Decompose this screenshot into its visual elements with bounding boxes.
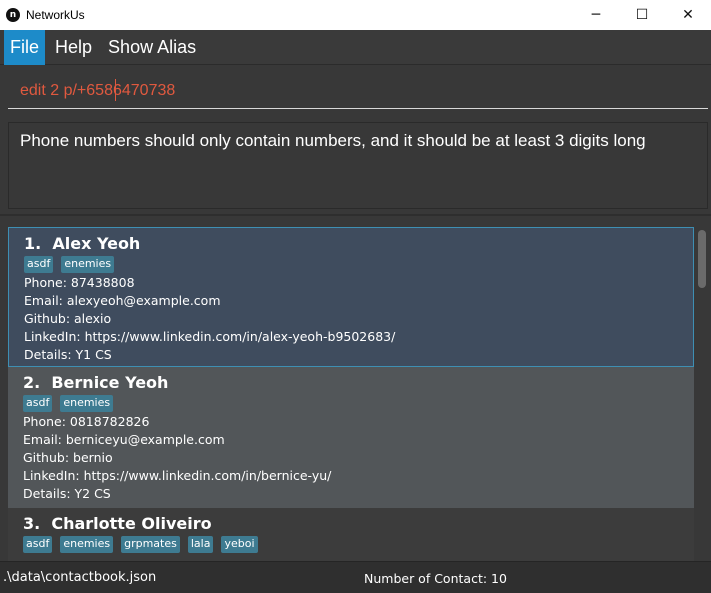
person-card[interactable]: 3. Charlotte Oliveiro asdf enemies grpma… — [8, 508, 694, 561]
person-email: Email: berniceyu@example.com — [23, 432, 225, 447]
person-name: 1. Alex Yeoh — [24, 234, 140, 253]
result-display[interactable]: Phone numbers should only contain number… — [8, 122, 708, 209]
person-email: Email: alexyeoh@example.com — [24, 293, 221, 308]
person-index: 2. — [23, 373, 41, 392]
title-bar: n NetworkUs ─ ☐ ✕ — [0, 0, 711, 30]
tag: asdf — [23, 395, 53, 412]
person-name-text: Bernice Yeoh — [51, 373, 169, 392]
window-controls: ─ ☐ ✕ — [573, 0, 711, 30]
person-name: 2. Bernice Yeoh — [23, 373, 168, 392]
person-github: Github: alexio — [24, 311, 112, 326]
menu-bar: File Help Show Alias — [0, 29, 711, 65]
menu-help[interactable]: Help — [49, 30, 98, 65]
tag: grpmates — [121, 536, 180, 553]
person-card[interactable]: 1. Alex Yeoh asdf enemies Phone: 8743880… — [8, 227, 694, 367]
tag: asdf — [23, 536, 53, 553]
save-file-path: .\data\contactbook.json — [3, 570, 157, 585]
app-logo-icon: n — [6, 8, 20, 22]
person-phone: Phone: 87438808 — [24, 275, 135, 290]
status-bar: .\data\contactbook.json Number of Contac… — [0, 561, 711, 593]
contact-count: Number of Contact: 10 — [364, 571, 507, 586]
person-index: 3. — [23, 514, 41, 533]
menu-show-alias[interactable]: Show Alias — [102, 30, 202, 65]
person-index: 1. — [24, 234, 42, 253]
person-name-text: Charlotte Oliveiro — [51, 514, 212, 533]
menu-file[interactable]: File — [4, 29, 46, 65]
person-github: Github: bernio — [23, 450, 113, 465]
scrollbar-thumb[interactable] — [698, 230, 706, 288]
person-linkedin: LinkedIn: https://www.linkedin.com/in/be… — [23, 468, 332, 483]
person-list[interactable]: 1. Alex Yeoh asdf enemies Phone: 8743880… — [0, 216, 711, 561]
tag-list: asdf enemies — [23, 395, 114, 412]
person-linkedin: LinkedIn: https://www.linkedin.com/in/al… — [24, 329, 396, 344]
tag: yeboi — [221, 536, 258, 553]
tag: enemies — [60, 536, 114, 553]
person-details: Details: Y2 CS — [23, 486, 111, 501]
tag: enemies — [60, 395, 114, 412]
window-title: NetworkUs — [26, 8, 85, 22]
person-name-text: Alex Yeoh — [52, 234, 141, 253]
person-name: 3. Charlotte Oliveiro — [23, 514, 212, 533]
result-message: Phone numbers should only contain number… — [20, 131, 646, 150]
tag: asdf — [24, 256, 54, 273]
command-input[interactable] — [8, 73, 708, 109]
person-details: Details: Y1 CS — [24, 347, 112, 362]
close-icon[interactable]: ✕ — [665, 0, 711, 30]
text-caret — [115, 79, 116, 101]
tag-list: asdf enemies — [24, 256, 115, 273]
tag-list: asdf enemies grpmates lala yeboi — [23, 536, 258, 553]
minimize-icon[interactable]: ─ — [573, 0, 619, 30]
tag: lala — [187, 536, 214, 553]
person-phone: Phone: 0818782826 — [23, 414, 150, 429]
tag: enemies — [61, 256, 115, 273]
command-box — [0, 65, 711, 115]
maximize-icon[interactable]: ☐ — [619, 0, 665, 30]
person-card[interactable]: 2. Bernice Yeoh asdf enemies Phone: 0818… — [8, 367, 694, 508]
